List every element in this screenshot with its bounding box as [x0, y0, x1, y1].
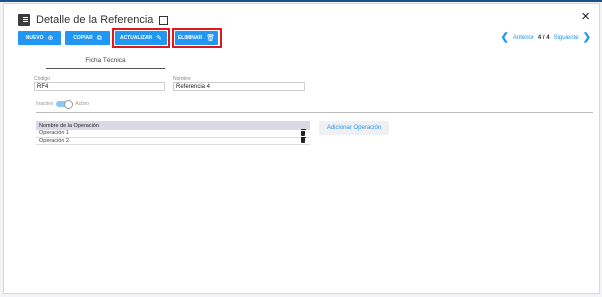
delete-highlight-box: [172, 28, 222, 48]
nombre-field[interactable]: Referencia 4: [173, 82, 305, 91]
table-row[interactable]: Operación 2: [36, 136, 310, 145]
chevron-right-icon[interactable]: ❯: [583, 33, 591, 43]
document-icon: [18, 14, 30, 26]
table-row[interactable]: Operación 1: [36, 129, 310, 138]
plus-circle-icon: ⊕: [47, 34, 54, 42]
window-icon[interactable]: [159, 15, 169, 25]
table-header: Nombre de la Operación: [36, 121, 310, 130]
record-pager: ❮ Anterior 4 / 4 Siguiente ❯: [500, 33, 591, 43]
close-icon[interactable]: ×: [581, 9, 590, 24]
trash-icon[interactable]: [300, 136, 306, 144]
previous-link[interactable]: Anterior: [513, 35, 534, 41]
panel-header: Detalle de la Referencia: [18, 13, 169, 27]
update-highlight-box: [112, 28, 170, 48]
chevron-left-icon[interactable]: ❮: [500, 33, 508, 43]
copy-icon: ⧉: [96, 34, 102, 42]
nombre-value: Referencia 4: [176, 83, 211, 90]
operation-name: Operación 2: [39, 137, 69, 144]
new-button[interactable]: NUEVO ⊕: [18, 31, 61, 45]
tab-active-indicator: [46, 68, 165, 69]
active-label: Activo: [75, 101, 89, 107]
tab-ficha-tecnica[interactable]: Ficha Técnica: [46, 53, 165, 68]
page-title: Detalle de la Referencia: [36, 14, 154, 26]
top-accent-line: [0, 0, 602, 2]
record-count: 4 / 4: [537, 35, 550, 41]
add-operation-label: Adicionar Operación: [326, 125, 382, 131]
trash-icon[interactable]: [300, 129, 306, 136]
add-operation-button[interactable]: Adicionar Operación: [319, 121, 389, 135]
codigo-value: RF4: [37, 83, 49, 90]
detail-panel: Detalle de la Referencia × NUEVO ⊕ COPIA…: [3, 3, 600, 294]
next-link[interactable]: Siguiente: [554, 35, 579, 41]
toggle-knob: [64, 99, 74, 109]
tab-label: Ficha Técnica: [85, 57, 126, 64]
copy-button[interactable]: COPIAR ⧉: [65, 31, 110, 45]
copy-button-label: COPIAR: [73, 35, 93, 41]
status-toggle[interactable]: [56, 99, 74, 109]
operation-name: Operación 1: [39, 130, 69, 137]
new-button-label: NUEVO: [25, 35, 44, 41]
status-toggle-row: Inactivo Activo: [36, 99, 89, 109]
inactive-label: Inactivo: [36, 101, 54, 107]
section-divider: [36, 112, 593, 113]
codigo-field[interactable]: RF4: [34, 82, 165, 91]
operations-table: Nombre de la Operación Operación 1 Opera…: [36, 121, 310, 149]
operation-name-header: Nombre de la Operación: [39, 122, 99, 129]
